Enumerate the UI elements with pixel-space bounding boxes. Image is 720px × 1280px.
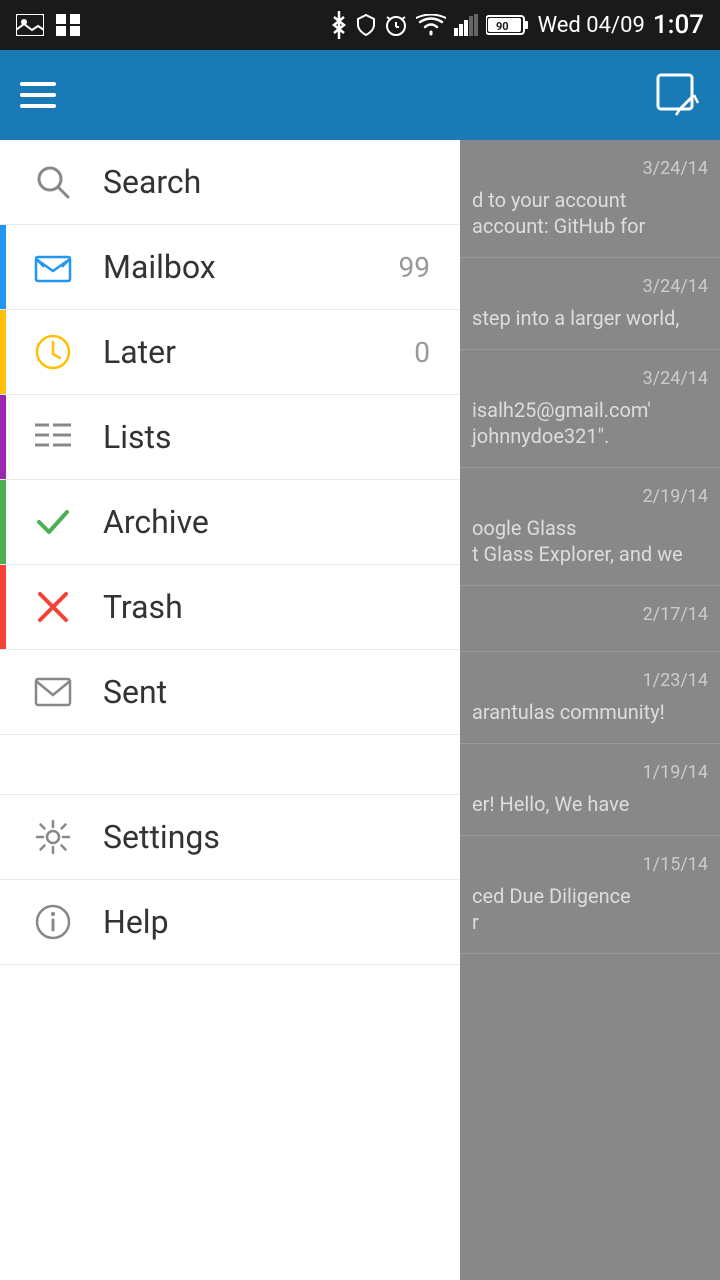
lists-label: Lists — [103, 418, 430, 456]
search-icon — [30, 160, 75, 205]
status-time: 1:07 — [653, 10, 704, 40]
email-item-5: 2/17/14 — [460, 586, 720, 652]
email-date-2: 3/24/14 — [472, 276, 708, 297]
email-item-8: 1/15/14 ced Due Diligencer — [460, 836, 720, 954]
email-preview-6: arantulas community! — [472, 699, 708, 725]
x-icon — [30, 585, 75, 630]
drawer-item-trash[interactable]: Trash — [0, 565, 460, 650]
drawer-item-mailbox[interactable]: Mailbox 99 — [0, 225, 460, 310]
status-bar-right: 90 Wed 04/09 1:07 — [330, 10, 704, 40]
drawer-item-search[interactable]: Search — [0, 140, 460, 225]
clock-icon — [30, 330, 75, 375]
email-date-8: 1/15/14 — [472, 854, 708, 875]
compose-button[interactable] — [656, 73, 700, 117]
battery-icon: 90 — [486, 14, 530, 36]
email-list: 3/24/14 d to your accountaccount: GitHub… — [460, 140, 720, 1280]
bluetooth-icon — [330, 11, 348, 39]
email-item-6: 1/23/14 arantulas community! — [460, 652, 720, 744]
hamburger-line-1 — [20, 82, 56, 86]
email-preview-3: isalh25@gmail.com'johnnydoe321". — [472, 397, 708, 449]
drawer-item-later[interactable]: Later 0 — [0, 310, 460, 395]
drawer-item-sent[interactable]: Sent — [0, 650, 460, 735]
grid-icon — [56, 14, 80, 36]
email-date-3: 3/24/14 — [472, 368, 708, 389]
email-date-5: 2/17/14 — [472, 604, 708, 625]
check-icon — [30, 500, 75, 545]
settings-label: Settings — [103, 818, 430, 856]
email-item-3: 3/24/14 isalh25@gmail.com'johnnydoe321". — [460, 350, 720, 468]
menu-button[interactable] — [20, 82, 56, 108]
mailbox-label: Mailbox — [103, 248, 399, 286]
shield-icon — [356, 13, 376, 37]
search-label: Search — [103, 163, 430, 201]
archive-label: Archive — [103, 503, 430, 541]
alarm-icon — [384, 13, 408, 37]
signal-icon — [454, 14, 478, 36]
drawer-item-help[interactable]: Help — [0, 880, 460, 965]
later-label: Later — [103, 333, 414, 371]
status-bar-left — [16, 14, 80, 36]
later-badge: 0 — [414, 336, 430, 369]
settings-icon — [30, 815, 75, 860]
app-toolbar — [0, 50, 720, 140]
navigation-drawer: Search Mailbox 99 — [0, 140, 460, 1280]
drawer-item-archive[interactable]: Archive — [0, 480, 460, 565]
email-date-4: 2/19/14 — [472, 486, 708, 507]
info-icon — [30, 900, 75, 945]
email-date-6: 1/23/14 — [472, 670, 708, 691]
email-date-7: 1/19/14 — [472, 762, 708, 783]
email-preview-8: ced Due Diligencer — [472, 883, 708, 935]
email-item-2: 3/24/14 step into a larger world, — [460, 258, 720, 350]
svg-text:90: 90 — [496, 20, 509, 33]
drawer-item-lists[interactable]: Lists — [0, 395, 460, 480]
mailbox-badge: 99 — [399, 251, 430, 284]
status-date: Wed 04/09 — [538, 13, 645, 38]
envelope-icon — [30, 670, 75, 715]
email-item-1: 3/24/14 d to your accountaccount: GitHub… — [460, 140, 720, 258]
drawer-item-settings[interactable]: Settings — [0, 795, 460, 880]
gallery-icon — [16, 14, 44, 36]
status-bar: 90 Wed 04/09 1:07 — [0, 0, 720, 50]
email-preview-7: er! Hello, We have — [472, 791, 708, 817]
email-preview-1: d to your accountaccount: GitHub for — [472, 187, 708, 239]
hamburger-line-3 — [20, 104, 56, 108]
email-item-7: 1/19/14 er! Hello, We have — [460, 744, 720, 836]
mailbox-icon — [30, 245, 75, 290]
drawer-spacer — [0, 735, 460, 795]
help-label: Help — [103, 903, 430, 941]
content-area: 3/24/14 d to your accountaccount: GitHub… — [0, 140, 720, 1280]
email-item-4: 2/19/14 oogle Glasst Glass Explorer, and… — [460, 468, 720, 586]
email-date-1: 3/24/14 — [472, 158, 708, 179]
sent-label: Sent — [103, 673, 430, 711]
hamburger-line-2 — [20, 93, 56, 97]
email-preview-2: step into a larger world, — [472, 305, 708, 331]
wifi-icon — [416, 14, 446, 36]
trash-label: Trash — [103, 588, 430, 626]
email-preview-4: oogle Glasst Glass Explorer, and we — [472, 515, 708, 567]
list-icon — [30, 415, 75, 460]
